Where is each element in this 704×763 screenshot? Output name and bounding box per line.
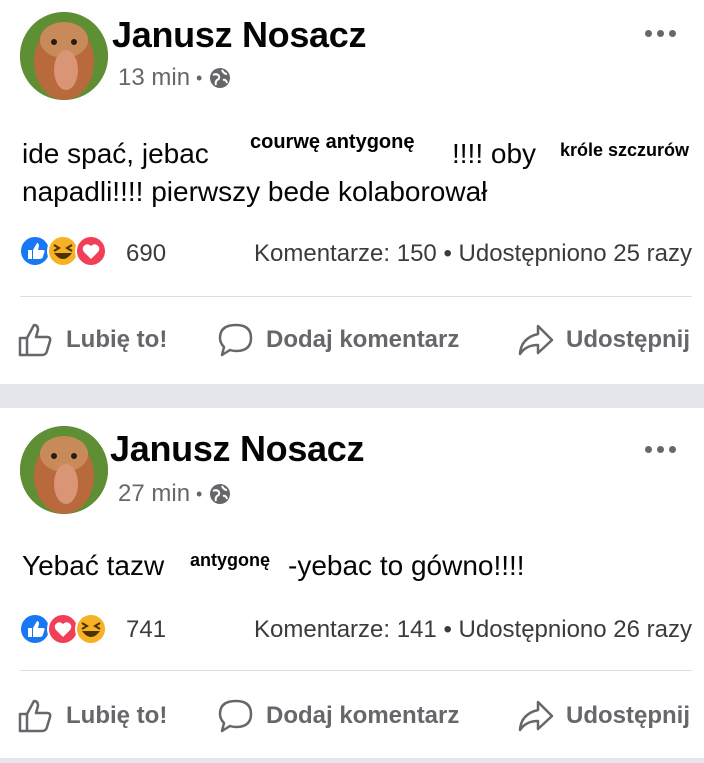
comment-icon — [218, 699, 253, 733]
share-button[interactable]: Udostępnij — [516, 696, 690, 736]
avatar[interactable] — [20, 12, 108, 100]
post-meta: 27 min • — [118, 480, 232, 508]
post-time[interactable]: 27 min — [118, 480, 190, 508]
author-name[interactable]: Janusz Nosacz — [110, 428, 365, 470]
meta-dot: • — [196, 67, 203, 88]
comment-button[interactable]: Dodaj komentarz — [216, 696, 459, 736]
love-reaction-icon — [75, 235, 107, 267]
reaction-count[interactable]: 690 — [126, 240, 166, 268]
post-1: Janusz Nosacz 13 min • ide spać, jebac !… — [0, 0, 704, 384]
share-arrow-icon — [518, 700, 554, 732]
more-options-icon[interactable] — [640, 18, 680, 48]
like-button[interactable]: Lubię to! — [16, 696, 167, 736]
post-actions: Lubię to! Dodaj komentarz Udostępnij — [0, 688, 704, 748]
globe-icon — [210, 484, 231, 504]
thumbs-up-icon — [18, 323, 52, 357]
post-meta: 13 min • — [118, 64, 232, 92]
text-overlay: króle szczurów — [558, 138, 692, 162]
share-button[interactable]: Udostępnij — [516, 320, 690, 360]
feed-separator — [0, 758, 704, 763]
comment-label: Dodaj komentarz — [266, 702, 460, 729]
text-overlay: antygonę — [184, 548, 277, 572]
author-name[interactable]: Janusz Nosacz — [112, 14, 367, 56]
post-actions: Lubię to! Dodaj komentarz Udostępnij — [0, 312, 704, 372]
like-label: Lubię to! — [66, 326, 168, 353]
share-arrow-icon — [518, 324, 554, 356]
post-text-part: napadli!!!! pierwszy bede kolaborował — [22, 176, 488, 207]
comment-icon — [218, 323, 253, 357]
post-time[interactable]: 13 min — [118, 64, 190, 92]
reaction-count[interactable]: 741 — [126, 616, 166, 644]
post-text-part: Yebać tazw — [22, 550, 165, 581]
comments-shares-count[interactable]: Komentarze: 150 • Udostępniono 25 razy — [254, 240, 692, 268]
thumbs-up-icon — [18, 699, 52, 733]
feed-separator — [0, 384, 704, 408]
divider — [20, 296, 692, 297]
reactions[interactable] — [18, 234, 107, 268]
haha-reaction-icon — [75, 613, 107, 645]
comment-label: Dodaj komentarz — [266, 326, 460, 353]
globe-icon — [210, 68, 231, 88]
post-text: Yebać tazw -yebac to gówno!!!! — [22, 542, 704, 586]
avatar[interactable] — [20, 426, 108, 514]
post-text-part: -yebac to gówno!!!! — [288, 550, 525, 581]
like-label: Lubię to! — [66, 702, 168, 729]
like-button[interactable]: Lubię to! — [16, 320, 167, 360]
comments-shares-count[interactable]: Komentarze: 141 • Udostępniono 26 razy — [254, 616, 692, 644]
text-overlay: courwę antygonę — [248, 130, 417, 154]
comment-button[interactable]: Dodaj komentarz — [216, 320, 459, 360]
post-2: Janusz Nosacz 27 min • Yebać tazw -yebac… — [0, 408, 704, 758]
divider — [20, 670, 692, 671]
more-options-icon[interactable] — [640, 434, 680, 464]
meta-dot: • — [196, 483, 203, 504]
share-label: Udostępnij — [566, 702, 690, 729]
reactions[interactable] — [18, 612, 107, 646]
share-label: Udostępnij — [566, 326, 690, 353]
